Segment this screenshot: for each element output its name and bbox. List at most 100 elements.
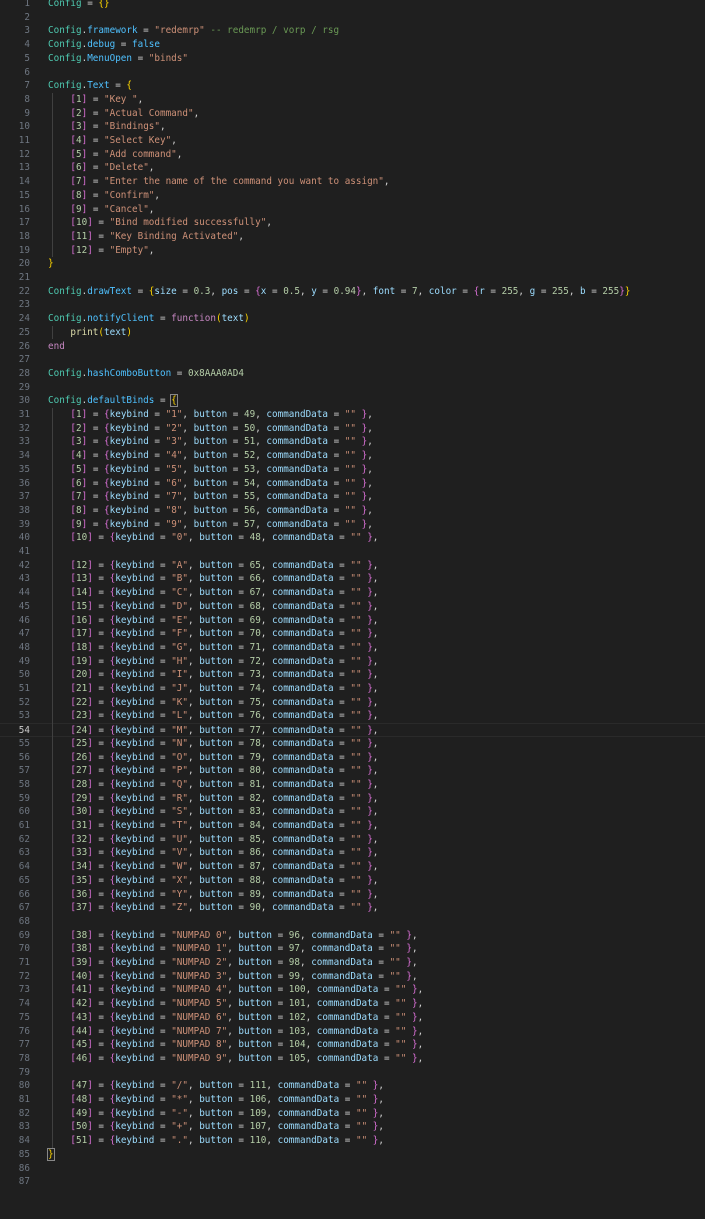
- code-line[interactable]: 16 [9] = "Cancel",: [0, 203, 705, 217]
- code-line[interactable]: 48 [18] = {keybind = "G", button = 71, c…: [0, 641, 705, 655]
- code-line[interactable]: 56 [26] = {keybind = "O", button = 79, c…: [0, 751, 705, 765]
- code-line[interactable]: 3 Config.framework = "redemrp" -- redemrp…: [0, 24, 705, 38]
- code-line[interactable]: 22 Config.drawText = {size = 0.3, pos = {…: [0, 285, 705, 299]
- code-line[interactable]: 12 [5] = "Add command",: [0, 148, 705, 162]
- code-token: =: [232, 683, 250, 694]
- code-token: =: [333, 683, 351, 694]
- code-line[interactable]: 44 [14] = {keybind = "C", button = 67, c…: [0, 586, 705, 600]
- code-line[interactable]: 59 [29] = {keybind = "R", button = 82, c…: [0, 792, 705, 806]
- code-line[interactable]: 85}: [0, 1147, 705, 1162]
- code-line[interactable]: 15 [8] = "Confirm",: [0, 189, 705, 203]
- code-line[interactable]: 68: [0, 915, 705, 929]
- code-line[interactable]: 21: [0, 271, 705, 285]
- code-line[interactable]: 81 [48] = {keybind = "*", button = 106, …: [0, 1093, 705, 1107]
- code-token: "NUMPAD 5": [171, 998, 228, 1010]
- code-line[interactable]: 33 [3] = {keybind = "3", button = 51, co…: [0, 435, 705, 449]
- code-line[interactable]: 77 [45] = {keybind = "NUMPAD 8", button …: [0, 1038, 705, 1052]
- code-line[interactable]: 73 [41] = {keybind = "NUMPAD 4", button …: [0, 983, 705, 997]
- code-line[interactable]: 80 [47] = {keybind = "/", button = 111, …: [0, 1079, 705, 1093]
- code-line[interactable]: 78 [46] = {keybind = "NUMPAD 9", button …: [0, 1052, 705, 1066]
- code-line[interactable]: 45 [15] = {keybind = "D", button = 68, c…: [0, 600, 705, 614]
- code-line[interactable]: 64 [34] = {keybind = "W", button = 87, c…: [0, 860, 705, 874]
- code-line[interactable]: 7 Config.Text = {: [0, 79, 705, 93]
- code-line[interactable]: 11 [4] = "Select Key",: [0, 134, 705, 148]
- code-token: keybind: [109, 422, 149, 434]
- code-line[interactable]: 10 [3] = "Bindings",: [0, 120, 705, 134]
- code-line[interactable]: 42 [12] = {keybind = "A", button = 65, c…: [0, 559, 705, 573]
- code-line[interactable]: 65 [35] = {keybind = "X", button = 88, c…: [0, 874, 705, 888]
- code-line[interactable]: 60 [30] = {keybind = "S", button = 83, c…: [0, 805, 705, 819]
- code-line[interactable]: 26 end: [0, 340, 705, 354]
- code-line[interactable]: 43 [13] = {keybind = "B", button = 66, c…: [0, 572, 705, 586]
- code-line[interactable]: 54 [24] = {keybind = "M", button = 77, c…: [0, 723, 705, 737]
- code-line[interactable]: 71 [39] = {keybind = "NUMPAD 2", button …: [0, 956, 705, 970]
- code-line[interactable]: 9 [2] = "Actual Command",: [0, 107, 705, 121]
- code-line[interactable]: 70 [38] = {keybind = "NUMPAD 1", button …: [0, 942, 705, 956]
- code-line[interactable]: 87: [0, 1175, 705, 1189]
- code-line[interactable]: 38 [8] = {keybind = "8", button = 56, co…: [0, 504, 705, 518]
- code-token: =: [92, 683, 110, 694]
- code-line[interactable]: 83 [50] = {keybind = "+", button = 107, …: [0, 1120, 705, 1134]
- code-line[interactable]: 79: [0, 1066, 705, 1080]
- code-line[interactable]: 1 Config = {}: [0, 0, 705, 11]
- code-token: =: [154, 847, 172, 859]
- code-line[interactable]: 76 [44] = {keybind = "NUMPAD 7", button …: [0, 1025, 705, 1039]
- code-line[interactable]: 32 [2] = {keybind = "2", button = 50, co…: [0, 422, 705, 436]
- code-line[interactable]: 14 [7] = "Enter the name of the command …: [0, 175, 705, 189]
- code-line[interactable]: 23: [0, 298, 705, 312]
- code-line[interactable]: 30 Config.defaultBinds = {: [0, 394, 705, 408]
- code-line[interactable]: 61 [31] = {keybind = "T", button = 84, c…: [0, 819, 705, 833]
- code-line[interactable]: 52 [22] = {keybind = "K", button = 75, c…: [0, 696, 705, 710]
- code-line[interactable]: 40 [10] = {keybind = "0", button = 48, c…: [0, 531, 705, 545]
- code-line[interactable]: 17 [10] = "Bind modified successfully",: [0, 216, 705, 230]
- code-line[interactable]: 84 [51] = {keybind = ".", button = 110, …: [0, 1134, 705, 1148]
- code-line[interactable]: 27: [0, 353, 705, 367]
- code-line[interactable]: 72 [40] = {keybind = "NUMPAD 3", button …: [0, 970, 705, 984]
- code-line[interactable]: 5 Config.MenuOpen = "binds": [0, 52, 705, 66]
- code-line[interactable]: 49 [19] = {keybind = "H", button = 72, c…: [0, 655, 705, 669]
- code-line[interactable]: 31 [1] = {keybind = "1", button = 49, co…: [0, 408, 705, 422]
- code-token: ,: [372, 833, 379, 845]
- code-line[interactable]: 13 [6] = "Delete",: [0, 161, 705, 175]
- code-line[interactable]: 86: [0, 1162, 705, 1176]
- code-line[interactable]: 29: [0, 381, 705, 395]
- code-line[interactable]: 18 [11] = "Key Binding Activated",: [0, 230, 705, 244]
- code-line[interactable]: 2: [0, 11, 705, 25]
- code-line[interactable]: 66 [36] = {keybind = "Y", button = 89, c…: [0, 888, 705, 902]
- code-line[interactable]: 58 [28] = {keybind = "Q", button = 81, c…: [0, 778, 705, 792]
- code-token: ,: [188, 806, 200, 818]
- code-line[interactable]: 51 [21] = {keybind = "J", button = 74, c…: [0, 682, 705, 696]
- code-line[interactable]: 46 [16] = {keybind = "E", button = 69, c…: [0, 614, 705, 628]
- code-line[interactable]: 8 [1] = "Key ",: [0, 93, 705, 107]
- line-number: 72: [18, 970, 30, 982]
- code-line[interactable]: 19 [12] = "Empty",: [0, 244, 705, 258]
- code-line[interactable]: 6: [0, 66, 705, 80]
- code-line[interactable]: 53 [23] = {keybind = "L", button = 76, c…: [0, 709, 705, 723]
- code-line[interactable]: 34 [4] = {keybind = "4", button = 52, co…: [0, 449, 705, 463]
- code-line[interactable]: 55 [25] = {keybind = "N", button = 78, c…: [0, 737, 705, 751]
- code-line[interactable]: 63 [33] = {keybind = "V", button = 86, c…: [0, 846, 705, 860]
- code-line[interactable]: 50 [20] = {keybind = "I", button = 73, c…: [0, 668, 705, 682]
- code-line[interactable]: 69 [38] = {keybind = "NUMPAD 0", button …: [0, 929, 705, 943]
- code-line[interactable]: 35 [5] = {keybind = "5", button = 53, co…: [0, 463, 705, 477]
- code-editor[interactable]: 1 Config = {} 2 3 Config.framework = "redemr…: [0, 0, 705, 1219]
- code-line[interactable]: 82 [49] = {keybind = "-", button = 109, …: [0, 1107, 705, 1121]
- code-line[interactable]: 47 [17] = {keybind = "F", button = 70, c…: [0, 627, 705, 641]
- line-number: 2: [24, 11, 30, 23]
- code-line[interactable]: 28 Config.hashComboButton = 0x8AAA0AD4: [0, 367, 705, 381]
- code-line[interactable]: 39 [9] = {keybind = "9", button = 57, co…: [0, 518, 705, 532]
- line-number: 37: [18, 491, 30, 503]
- code-line[interactable]: 75 [43] = {keybind = "NUMPAD 6", button …: [0, 1011, 705, 1025]
- code-line[interactable]: 74 [42] = {keybind = "NUMPAD 5", button …: [0, 997, 705, 1011]
- code-line[interactable]: 36 [6] = {keybind = "6", button = 54, co…: [0, 477, 705, 491]
- code-line[interactable]: 67 [37] = {keybind = "Z", button = 90, c…: [0, 901, 705, 915]
- code-line[interactable]: 20}: [0, 257, 705, 271]
- code-line[interactable]: 25 print(text): [0, 326, 705, 340]
- code-line[interactable]: 37 [7] = {keybind = "7", button = 55, co…: [0, 490, 705, 504]
- code-line[interactable]: 4 Config.debug = false: [0, 38, 705, 52]
- code-line[interactable]: 57 [27] = {keybind = "P", button = 80, c…: [0, 764, 705, 778]
- code-line[interactable]: 62 [32] = {keybind = "U", button = 85, c…: [0, 833, 705, 847]
- code-text: [16] = {keybind = "E", button = 69, comm…: [48, 614, 378, 628]
- code-line[interactable]: 24 Config.notifyClient = function(text): [0, 312, 705, 326]
- code-line[interactable]: 41: [0, 545, 705, 559]
